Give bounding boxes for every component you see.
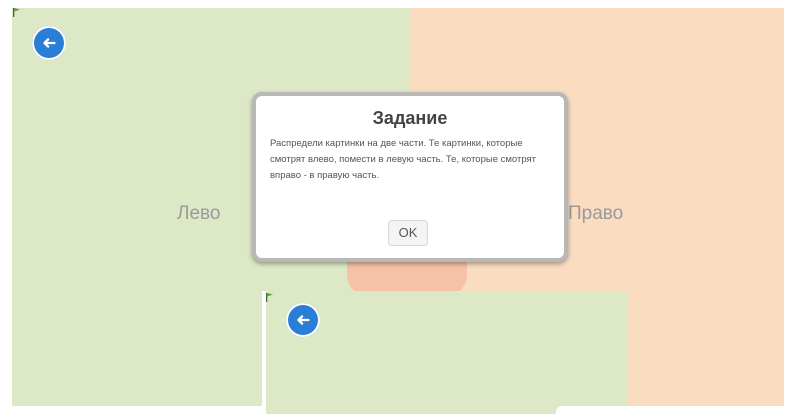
dialog-title: Задание — [372, 108, 448, 128]
right-zone-label: Право — [568, 203, 624, 224]
bottom-card — [556, 406, 696, 414]
preview-back-button[interactable] — [286, 303, 320, 337]
task-dialog: Задание Распредели картинки на две части… — [252, 92, 568, 262]
dialog-text: Распредели картинки на две части. Те кар… — [270, 138, 537, 181]
back-arrow-icon — [43, 38, 56, 48]
back-button[interactable] — [32, 26, 66, 60]
ok-button[interactable]: OK — [388, 220, 428, 246]
preview-left-zone — [262, 291, 631, 414]
preview-right-zone — [627, 291, 784, 406]
back-arrow-icon — [297, 315, 310, 325]
flag-icon — [13, 8, 20, 17]
flag-icon — [266, 293, 273, 302]
left-zone-label: Лево — [177, 203, 221, 224]
